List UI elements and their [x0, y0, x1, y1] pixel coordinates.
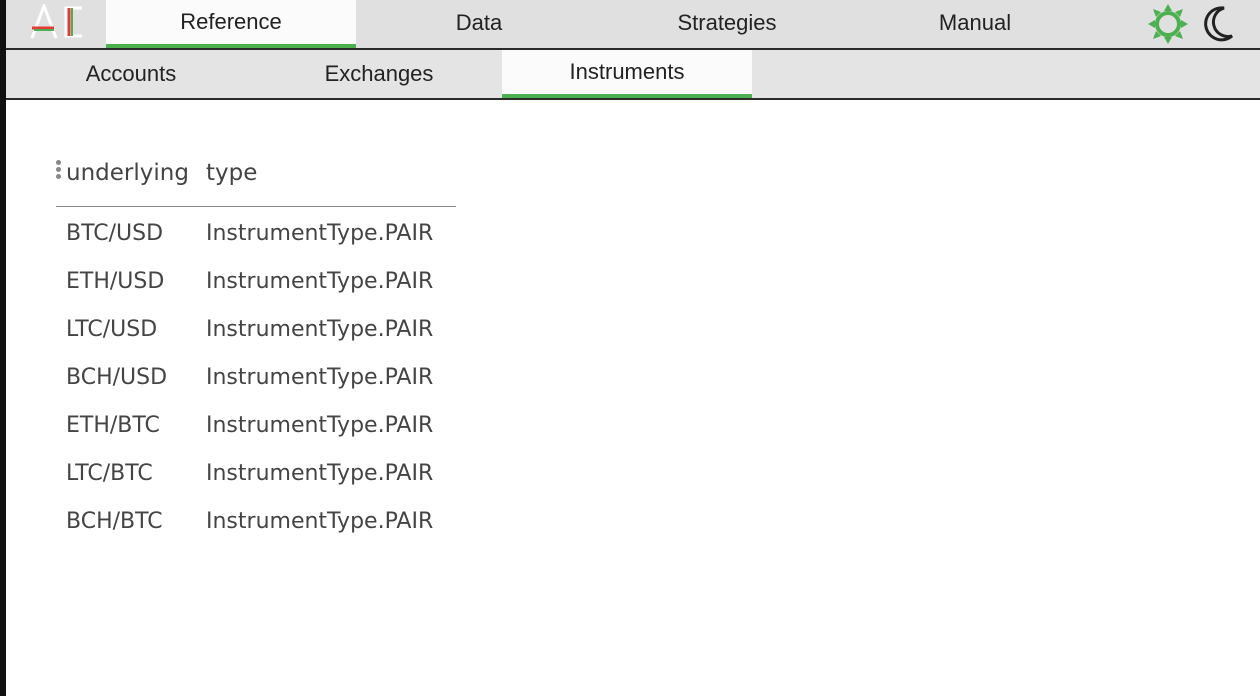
column-header-type[interactable]: type — [206, 160, 257, 186]
cell-underlying: BTC/USD — [66, 221, 164, 246]
sub-nav-bar: Accounts Exchanges Instruments — [6, 50, 1260, 100]
cell-underlying: BCH/BTC — [66, 509, 163, 534]
table-row[interactable]: BTC/USD InstrumentType.PAIR — [56, 213, 456, 261]
main-nav-bar: Reference Data Strategies Manual — [6, 0, 1260, 50]
cell-type: InstrumentType.PAIR — [206, 509, 434, 534]
tab-accounts[interactable]: Accounts — [6, 50, 256, 98]
cell-underlying: LTC/USD — [66, 317, 158, 342]
table-row[interactable]: LTC/BTC InstrumentType.PAIR — [56, 453, 456, 501]
instruments-grid: underlying type BTC/USD InstrumentType.P… — [56, 150, 456, 549]
table-row[interactable]: ETH/BTC InstrumentType.PAIR — [56, 405, 456, 453]
cell-type: InstrumentType.PAIR — [206, 461, 434, 486]
left-edge-strip — [0, 0, 6, 696]
tab-reference[interactable]: Reference — [106, 0, 356, 48]
cell-underlying: ETH/BTC — [66, 413, 160, 438]
tab-manual[interactable]: Manual — [850, 0, 1100, 48]
table-row[interactable]: BCH/BTC InstrumentType.PAIR — [56, 501, 456, 549]
logo-ac-icon — [30, 4, 82, 39]
tab-data[interactable]: Data — [354, 0, 604, 48]
cell-type: InstrumentType.PAIR — [206, 365, 434, 390]
kebab-menu-icon[interactable] — [56, 160, 62, 184]
table-row[interactable]: ETH/USD InstrumentType.PAIR — [56, 261, 456, 309]
grid-header: underlying type — [56, 150, 456, 207]
cell-type: InstrumentType.PAIR — [206, 269, 434, 294]
cell-underlying: BCH/USD — [66, 365, 168, 390]
tab-exchanges[interactable]: Exchanges — [254, 50, 504, 98]
cell-underlying: LTC/BTC — [66, 461, 153, 486]
column-header-underlying[interactable]: underlying — [66, 160, 189, 186]
sun-icon[interactable] — [1146, 2, 1190, 46]
moon-icon[interactable] — [1196, 2, 1236, 46]
cell-type: InstrumentType.PAIR — [206, 221, 434, 246]
table-row[interactable]: BCH/USD InstrumentType.PAIR — [56, 357, 456, 405]
cell-underlying: ETH/USD — [66, 269, 165, 294]
cell-type: InstrumentType.PAIR — [206, 317, 434, 342]
tab-instruments[interactable]: Instruments — [502, 50, 752, 98]
table-row[interactable]: LTC/USD InstrumentType.PAIR — [56, 309, 456, 357]
tab-strategies[interactable]: Strategies — [602, 0, 852, 48]
cell-type: InstrumentType.PAIR — [206, 413, 434, 438]
